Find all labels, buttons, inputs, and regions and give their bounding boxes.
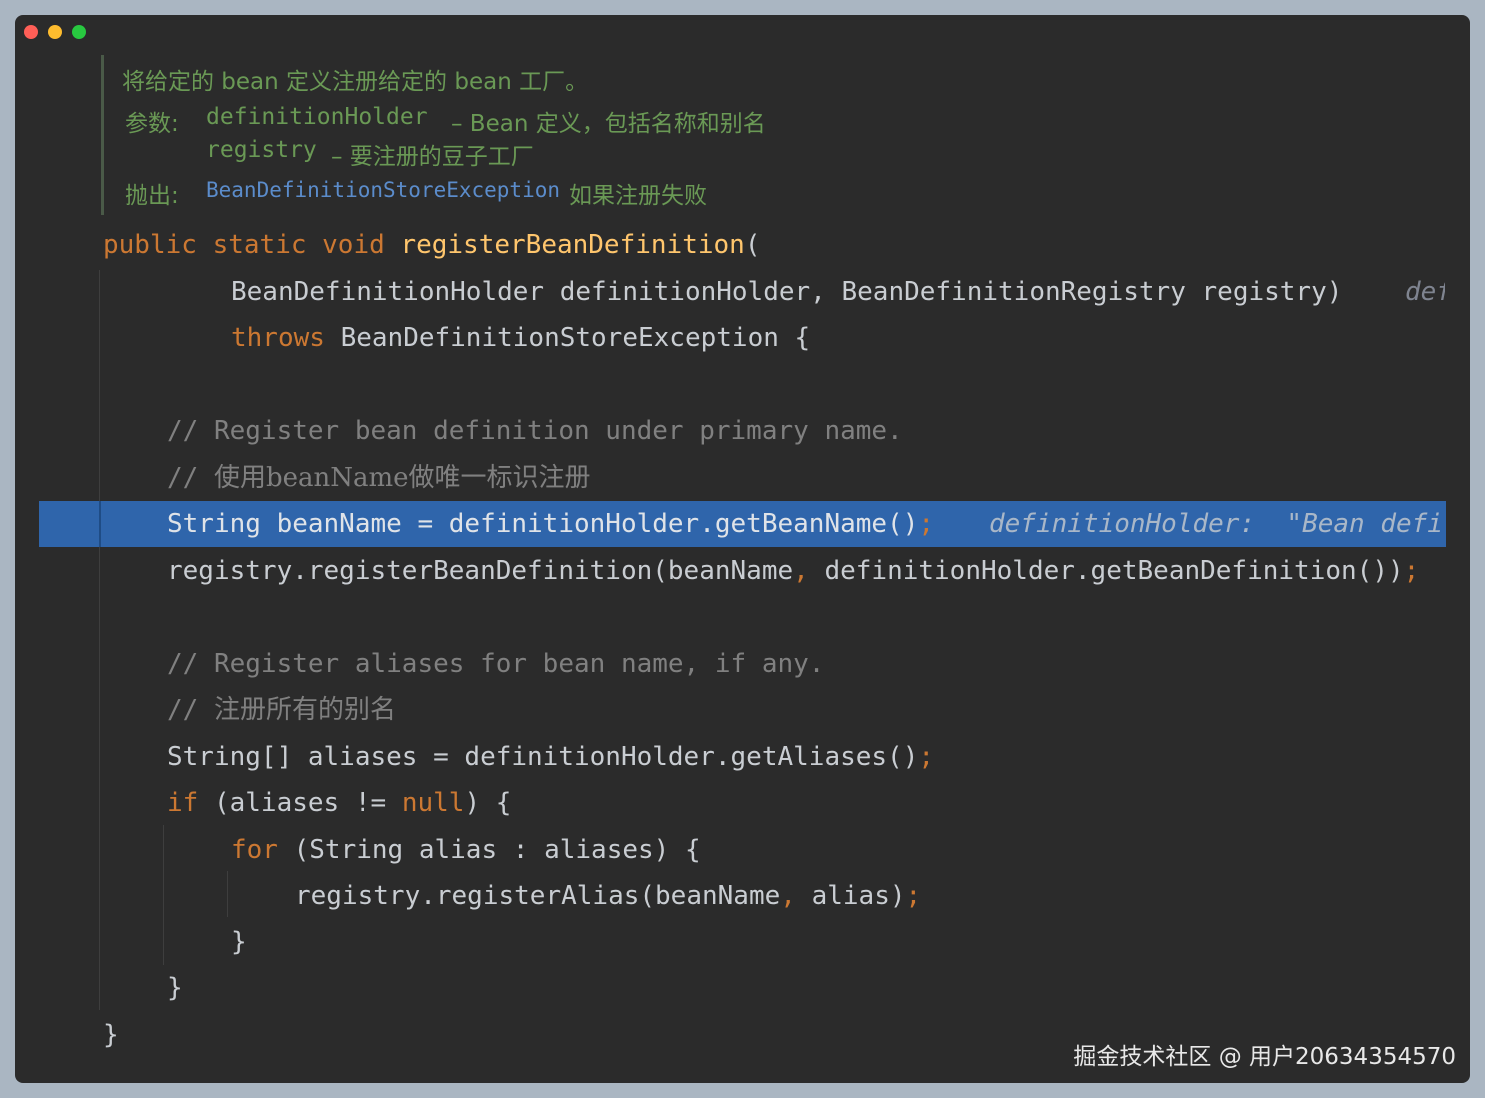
close-window-button[interactable] — [24, 25, 38, 39]
method-signature-line[interactable]: public static void registerBeanDefinitio… — [103, 222, 760, 268]
doc-throws-exception-link[interactable]: BeanDefinitionStoreException — [206, 178, 560, 202]
beanname-statement: String beanName = definitionHolder.getBe… — [167, 509, 919, 539]
code-window: 将给定的 bean 定义注册给定的 bean 工厂。 参数: definitio… — [15, 15, 1470, 1083]
minimize-window-button[interactable] — [48, 25, 62, 39]
keyword-null: null — [401, 788, 465, 818]
statement-part-2: alias) — [795, 881, 906, 911]
comment-slashes: // — [167, 695, 199, 725]
if-close: ) { — [464, 788, 512, 818]
doc-summary: 将给定的 bean 定义注册给定的 bean 工厂。 — [122, 69, 589, 95]
watermark: 掘金技术社区 @ 用户20634354570 — [1073, 1044, 1456, 1070]
indent-guide — [163, 825, 164, 965]
if-line[interactable]: if (aliases != null) { — [167, 780, 511, 826]
comment-cjk-text: 注册所有的别名 — [213, 695, 396, 725]
doc-param-definitionholder-desc: – Bean 定义，包括名称和别名 — [451, 111, 766, 137]
inlay-hint-truncated: def — [1405, 277, 1445, 307]
indent-guide — [227, 871, 228, 917]
semicolon: ; — [918, 742, 935, 772]
throws-line[interactable]: throws BeanDefinitionStoreException { — [231, 315, 810, 361]
semicolon: ; — [918, 509, 935, 539]
maximize-window-button[interactable] — [72, 25, 86, 39]
semicolon: ; — [1403, 556, 1420, 586]
semicolon: ; — [905, 881, 922, 911]
keyword-throws: throws — [231, 323, 325, 353]
keyword-static: static — [212, 230, 307, 260]
comma: , — [793, 556, 809, 586]
statement-part-2: definitionHolder.getBeanDefinition()) — [808, 556, 1404, 586]
register-alias-line[interactable]: registry.registerAlias(beanName, alias); — [295, 873, 921, 919]
doc-params-label: 参数: — [125, 111, 179, 137]
gutter-mark — [99, 501, 101, 547]
if-condition: (aliases != — [198, 788, 402, 818]
inlay-debug-value: definitionHolder: "Bean defi — [989, 509, 1443, 539]
aliases-line[interactable]: String[] aliases = definitionHolder.getA… — [167, 734, 934, 780]
comment-cjk-line-1: // 使用beanName做唯一标识注册 — [167, 455, 591, 501]
open-paren: ( — [744, 230, 761, 260]
parameters-line[interactable]: BeanDefinitionHolder definitionHolder, B… — [231, 269, 1342, 315]
statement-part-1: registry.registerAlias(beanName — [295, 881, 781, 911]
keyword-public: public — [103, 230, 197, 260]
indent-guide — [99, 270, 100, 1010]
parameters-text: BeanDefinitionHolder definitionHolder, B… — [231, 277, 1343, 307]
close-brace-method[interactable]: } — [103, 1012, 119, 1058]
beanname-line[interactable]: String beanName = definitionHolder.getBe… — [167, 501, 934, 547]
method-name: registerBeanDefinition — [400, 230, 745, 260]
for-line[interactable]: for (String alias : aliases) { — [231, 827, 701, 873]
aliases-statement: String[] aliases = definitionHolder.getA… — [167, 742, 919, 772]
doc-throws-label: 抛出: — [125, 183, 179, 209]
statement-part-1: registry.registerBeanDefinition(beanName — [167, 556, 794, 586]
keyword-void: void — [322, 230, 385, 260]
keyword-for: for — [231, 835, 278, 865]
comment-register-aliases: // Register aliases for bean name, if an… — [167, 649, 825, 679]
doc-param-registry: registry — [206, 137, 317, 163]
keyword-if: if — [167, 788, 199, 818]
doc-throws-desc: 如果注册失败 — [569, 183, 707, 209]
comma: , — [780, 881, 796, 911]
comment-slashes: // — [167, 463, 199, 493]
doc-param-registry-desc: – 要注册的豆子工厂 — [331, 144, 534, 170]
for-header: (String alias : aliases) { — [277, 835, 701, 865]
register-definition-line[interactable]: registry.registerBeanDefinition(beanName… — [167, 548, 1419, 594]
comment-register-primary: // Register bean definition under primar… — [167, 416, 903, 446]
close-brace-if[interactable]: } — [167, 965, 183, 1011]
comment-cjk-line-2: // 注册所有的别名 — [167, 687, 396, 733]
doc-param-definitionholder: definitionHolder — [206, 104, 428, 130]
doc-comment-bar — [101, 55, 104, 215]
comment-cjk-text: 使用beanName做唯一标识注册 — [213, 463, 591, 493]
throws-text: BeanDefinitionStoreException { — [340, 323, 811, 353]
close-brace-for[interactable]: } — [231, 919, 247, 965]
